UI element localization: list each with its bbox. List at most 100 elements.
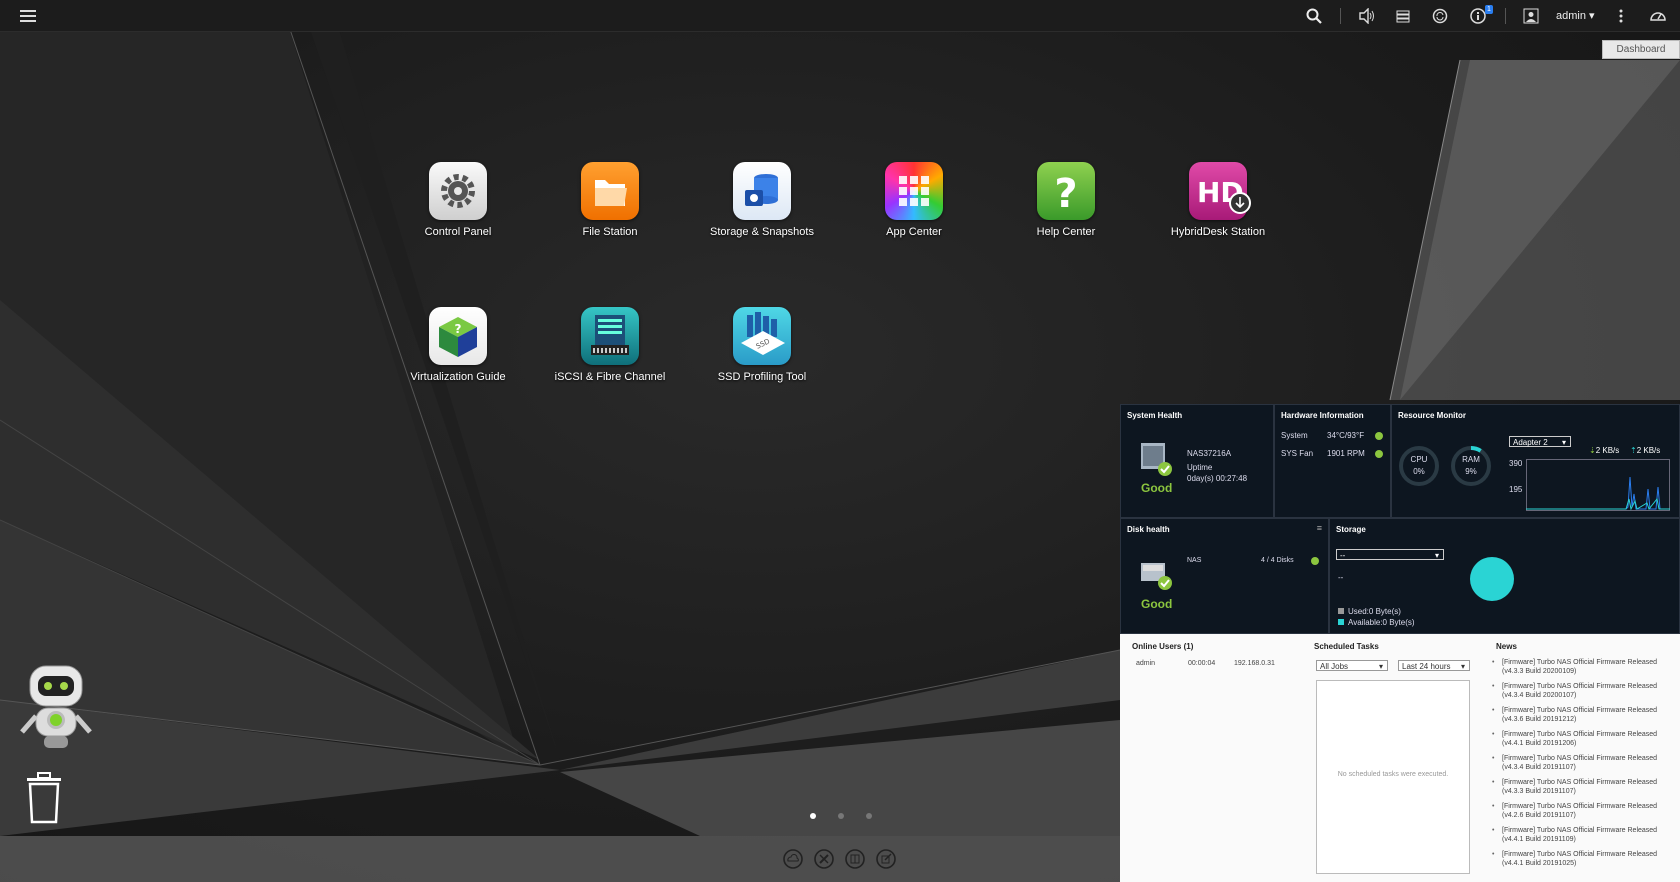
storage-panel: Storage -- ▾ -- Used:0 Byte(s) Available:… bbox=[1329, 518, 1680, 634]
time-filter-value: Last 24 hours bbox=[1402, 662, 1451, 671]
cpu-value: 0% bbox=[1413, 467, 1425, 476]
panel-title: Disk health bbox=[1127, 525, 1170, 534]
stack-icon[interactable] bbox=[1393, 6, 1413, 26]
download-rate: ⇣2 KB/s bbox=[1589, 446, 1620, 455]
app-storage-snapshots[interactable]: Storage & Snapshots bbox=[702, 162, 822, 238]
app-app-center[interactable]: App Center bbox=[854, 162, 974, 238]
online-user-row[interactable]: admin 00:00:04 192.168.0.31 bbox=[1136, 660, 1275, 667]
book-icon[interactable] bbox=[844, 848, 866, 870]
ram-gauge bbox=[1451, 446, 1491, 486]
disk-group-name: NAS bbox=[1187, 557, 1202, 564]
adapter-select[interactable]: Adapter 2 ▾ bbox=[1509, 436, 1571, 447]
dashboard-gauge-icon[interactable] bbox=[1648, 6, 1668, 26]
system-health-panel: System Health NAS37216A Uptime 0day(s) 0… bbox=[1120, 404, 1274, 518]
news-item[interactable]: [Firmware] Turbo NAS Official Firmware R… bbox=[1492, 802, 1662, 820]
disk-icon bbox=[1141, 563, 1172, 590]
ok-check-icon bbox=[1375, 450, 1383, 458]
cpu-label: CPU bbox=[1410, 455, 1428, 464]
storage-used-value: Used:0 Byte(s) bbox=[1348, 607, 1401, 616]
hw-row-value: 1901 RPM bbox=[1327, 449, 1365, 458]
search-icon[interactable] bbox=[1304, 6, 1324, 26]
storage-available-value: Available:0 Byte(s) bbox=[1348, 618, 1415, 627]
jobs-filter-select[interactable]: All Jobs ▾ bbox=[1316, 660, 1388, 671]
panel-title: System Health bbox=[1127, 411, 1183, 420]
separator bbox=[1340, 8, 1341, 24]
edit-icon[interactable] bbox=[875, 848, 897, 870]
storage-value: -- bbox=[1338, 573, 1344, 582]
news-item[interactable]: [Firmware] Turbo NAS Official Firmware R… bbox=[1492, 658, 1662, 676]
page-dot-3[interactable] bbox=[866, 813, 872, 819]
news-item[interactable]: [Firmware] Turbo NAS Official Firmware R… bbox=[1492, 778, 1662, 796]
app-ssd-profiling-tool[interactable]: SSD SSD Profiling Tool bbox=[702, 307, 822, 383]
time-filter-select[interactable]: Last 24 hours ▾ bbox=[1398, 660, 1470, 671]
ok-check-icon bbox=[1311, 557, 1319, 565]
gear-icon bbox=[429, 162, 487, 220]
app-virtualization-guide[interactable]: ? Virtualization Guide bbox=[398, 307, 518, 383]
separator bbox=[1505, 8, 1506, 24]
panel-title: Resource Monitor bbox=[1398, 411, 1467, 420]
hw-row-value: 34°C/93°F bbox=[1327, 431, 1365, 440]
app-hybriddesk-station[interactable]: HD HybridDesk Station bbox=[1158, 162, 1278, 238]
tasks-empty-message: No scheduled tasks were executed. bbox=[1337, 771, 1449, 778]
dashboard-button[interactable]: Dashboard bbox=[1602, 40, 1680, 59]
storage-pie-chart bbox=[1470, 557, 1514, 601]
scheduled-tasks-title: Scheduled Tasks bbox=[1314, 642, 1379, 651]
jobs-filter-value: All Jobs bbox=[1320, 662, 1349, 671]
time-cell: 00:00:04 bbox=[1188, 660, 1216, 667]
news-item[interactable]: [Firmware] Turbo NAS Official Firmware R… bbox=[1492, 682, 1662, 700]
app-file-station[interactable]: File Station bbox=[550, 162, 670, 238]
user-cell: admin bbox=[1136, 660, 1156, 667]
ok-check-icon bbox=[1375, 432, 1383, 440]
ip-cell: 192.168.0.31 bbox=[1234, 660, 1275, 667]
svg-text:?: ? bbox=[455, 322, 462, 336]
news-item[interactable]: [Firmware] Turbo NAS Official Firmware R… bbox=[1492, 706, 1662, 724]
ram-label: RAM bbox=[1462, 455, 1480, 464]
app-control-panel[interactable]: Control Panel bbox=[398, 162, 518, 238]
news-item[interactable]: [Firmware] Turbo NAS Official Firmware R… bbox=[1492, 850, 1662, 868]
user-icon[interactable] bbox=[1521, 6, 1541, 26]
notification-badge: 1 bbox=[1485, 5, 1493, 14]
list-icon[interactable]: ≡ bbox=[1317, 523, 1322, 533]
upload-rate: ⇡2 KB/s bbox=[1630, 446, 1661, 455]
bottom-dock bbox=[0, 836, 1120, 882]
app-iscsi-fibre-channel[interactable]: iSCSI & Fibre Channel bbox=[550, 307, 670, 383]
user-menu[interactable]: admin ▾ bbox=[1556, 9, 1595, 22]
hamburger-icon[interactable] bbox=[18, 6, 38, 26]
cpu-gauge bbox=[1399, 446, 1439, 486]
news-item[interactable]: [Firmware] Turbo NAS Official Firmware R… bbox=[1492, 730, 1662, 748]
trash-icon[interactable] bbox=[24, 772, 64, 829]
app-help-center[interactable]: ? Help Center bbox=[1006, 162, 1126, 238]
disk-count: 4 / 4 Disks bbox=[1261, 557, 1294, 564]
tasks-list: No scheduled tasks were executed. bbox=[1316, 680, 1470, 874]
storage-used: Used:0 Byte(s) bbox=[1338, 607, 1401, 616]
news-item[interactable]: [Firmware] Turbo NAS Official Firmware R… bbox=[1492, 826, 1662, 844]
user-name: admin bbox=[1556, 10, 1586, 22]
page-dot-2[interactable] bbox=[838, 813, 844, 819]
info-panel: Online Users (1) admin 00:00:04 192.168.… bbox=[1120, 634, 1680, 882]
dashboard-panel: System Health NAS37216A Uptime 0day(s) 0… bbox=[1120, 404, 1680, 882]
server-icon bbox=[581, 307, 639, 365]
hardware-info-panel: Hardware Information System 34°C/93°F SY… bbox=[1274, 404, 1391, 518]
cloud-icon[interactable] bbox=[782, 848, 804, 870]
app-label: iSCSI & Fibre Channel bbox=[554, 371, 666, 383]
disk-status: Good bbox=[1141, 597, 1173, 611]
volume-icon[interactable] bbox=[1357, 6, 1377, 26]
upload-rate-value: 2 KB/s bbox=[1636, 446, 1661, 455]
download-icon bbox=[1229, 192, 1251, 214]
page-dot-1[interactable] bbox=[810, 813, 816, 819]
more-icon[interactable] bbox=[1611, 6, 1631, 26]
uptime-label: Uptime bbox=[1187, 463, 1213, 472]
tools-icon[interactable] bbox=[813, 848, 835, 870]
app-label: Storage & Snapshots bbox=[710, 226, 814, 238]
question-icon: ? bbox=[1037, 162, 1095, 220]
sync-icon[interactable] bbox=[1430, 6, 1450, 26]
folder-icon bbox=[581, 162, 639, 220]
storage-select[interactable]: -- ▾ bbox=[1336, 549, 1444, 560]
chart-y-top: 390 bbox=[1509, 459, 1523, 468]
top-bar: 1 admin ▾ bbox=[0, 0, 1680, 32]
news-item[interactable]: [Firmware] Turbo NAS Official Firmware R… bbox=[1492, 754, 1662, 772]
helper-robot[interactable] bbox=[18, 662, 94, 759]
ram-value: 9% bbox=[1465, 467, 1477, 476]
nas-device-icon bbox=[1141, 443, 1172, 476]
disk-health-panel: Disk health ≡ NAS 4 / 4 Disks Good bbox=[1120, 518, 1329, 634]
